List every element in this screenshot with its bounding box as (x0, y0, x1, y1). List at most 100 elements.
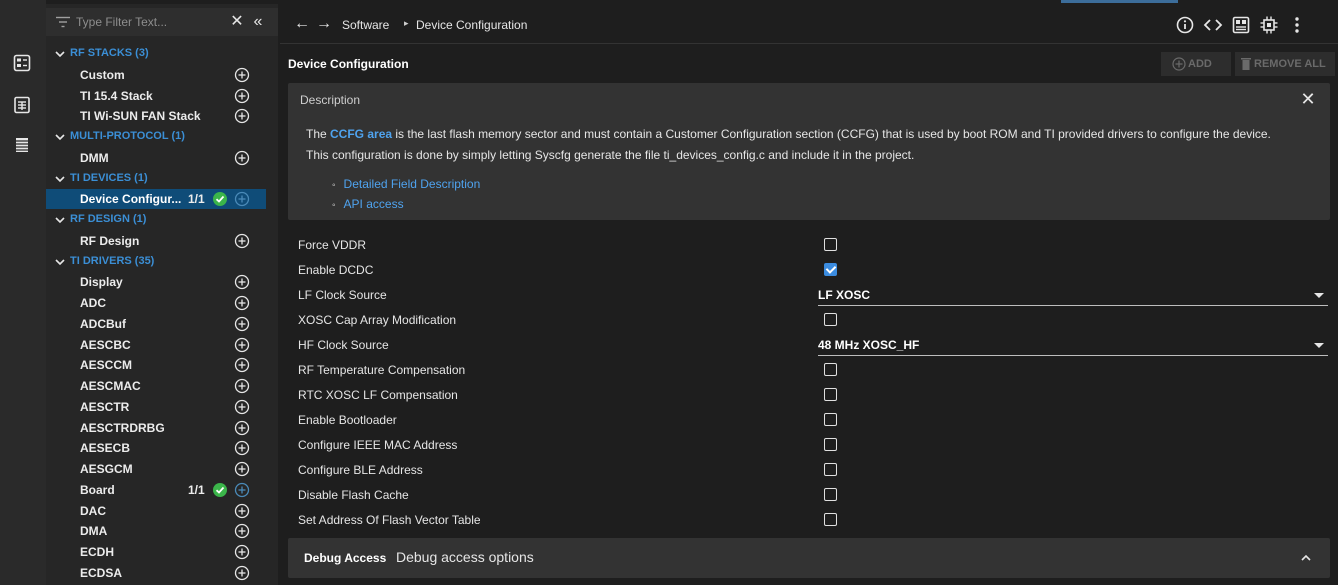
tree-item[interactable]: RF Design (46, 231, 266, 251)
collapse-sidebar-icon[interactable]: « (249, 12, 267, 32)
close-icon[interactable]: ✕ (229, 12, 245, 32)
chevron-up-icon[interactable] (1298, 550, 1314, 566)
config-row: RF Temperature Compensation (298, 358, 1328, 383)
code-view-icon[interactable] (1203, 15, 1223, 35)
add-circle-icon[interactable] (234, 357, 250, 373)
chevron-down-icon[interactable] (54, 173, 66, 185)
detailed-field-description-link[interactable]: Detailed Field Description (332, 175, 481, 195)
filter-input[interactable] (76, 13, 226, 31)
add-circle-icon[interactable] (234, 440, 250, 456)
progress-line (1061, 0, 1178, 3)
add-circle-icon[interactable] (234, 544, 250, 560)
config-select[interactable]: LF XOSC (818, 285, 1328, 306)
tree-category[interactable]: TI DEVICES (1) (46, 169, 266, 189)
tree-category[interactable]: RF STACKS (3) (46, 44, 266, 64)
memory-view-icon[interactable] (13, 136, 31, 154)
config-checkbox[interactable] (824, 238, 837, 251)
instance-count: 1/1 (188, 192, 205, 207)
add-circle-icon[interactable] (234, 523, 250, 539)
tree-item[interactable]: AESCTRDRBG (46, 418, 266, 438)
filter-icon (56, 16, 70, 28)
dropdown-arrow-icon[interactable] (1314, 293, 1324, 298)
tree-item[interactable]: AESCTR (46, 397, 266, 417)
add-circle-icon[interactable] (234, 88, 250, 104)
add-circle-icon[interactable] (234, 482, 250, 498)
tree-item[interactable]: AESCMAC (46, 376, 266, 396)
chip-icon[interactable] (1259, 15, 1279, 35)
tree-item[interactable]: AESCCM (46, 355, 266, 375)
remove-all-button[interactable]: REMOVE ALL (1235, 52, 1335, 76)
config-checkbox[interactable] (824, 413, 837, 426)
add-circle-icon[interactable] (234, 399, 250, 415)
software-view-icon[interactable] (13, 54, 31, 72)
add-button[interactable]: ADD (1161, 52, 1231, 76)
config-select[interactable]: 48 MHz XOSC_HF (818, 335, 1328, 356)
config-checkbox[interactable] (824, 438, 837, 451)
tree-category[interactable]: RF DESIGN (1) (46, 210, 266, 230)
config-checkbox[interactable] (824, 313, 837, 326)
tree-item[interactable]: Device Configur... 1/1 (46, 189, 266, 210)
tree-item[interactable]: Board 1/1 (46, 480, 266, 500)
tree-item[interactable]: TI Wi-SUN FAN Stack (46, 106, 266, 126)
add-circle-icon[interactable] (234, 503, 250, 519)
add-circle-icon[interactable] (234, 461, 250, 477)
chevron-down-icon[interactable] (54, 131, 66, 143)
tree-item[interactable]: DMA (46, 521, 266, 541)
info-icon[interactable] (1175, 15, 1195, 35)
check-circle-icon (212, 191, 228, 207)
tree-item[interactable]: AESECB (46, 438, 266, 458)
add-circle-icon[interactable] (234, 316, 250, 332)
dropdown-arrow-icon[interactable] (1314, 343, 1324, 348)
add-circle-icon[interactable] (234, 233, 250, 249)
add-circle-icon[interactable] (234, 565, 250, 581)
add-circle-icon[interactable] (234, 420, 250, 436)
tree-category[interactable]: MULTI-PROTOCOL (1) (46, 127, 266, 147)
add-circle-icon[interactable] (234, 337, 250, 353)
tree-item[interactable]: ECDSA (46, 563, 266, 583)
chevron-down-icon[interactable] (54, 256, 66, 268)
close-icon[interactable]: ✕ (1298, 89, 1318, 109)
add-circle-icon[interactable] (234, 150, 250, 166)
back-arrow-icon[interactable]: ← (294, 16, 310, 32)
config-checkbox[interactable] (824, 363, 837, 376)
tree-item[interactable]: ADCBuf (46, 314, 266, 334)
forward-arrow-icon[interactable]: → (316, 16, 332, 32)
tree-item-label: AESCTRDRBG (80, 420, 165, 435)
tree-item[interactable]: TI 15.4 Stack (46, 86, 266, 106)
tree-category[interactable]: TI DRIVERS (35) (46, 252, 266, 272)
add-circle-icon[interactable] (234, 191, 250, 207)
tree-item[interactable]: AESGCM (46, 459, 266, 479)
chevron-down-icon[interactable] (54, 214, 66, 226)
config-checkbox[interactable] (824, 488, 837, 501)
debug-access-panel[interactable]: Debug Access Debug access options (288, 538, 1330, 578)
config-checkbox[interactable] (824, 463, 837, 476)
tree-item[interactable]: ECDH (46, 542, 266, 562)
config-checkbox[interactable] (824, 513, 837, 526)
instance-count: 1/1 (188, 482, 205, 497)
tree-item[interactable]: ADC (46, 293, 266, 313)
add-circle-icon[interactable] (234, 378, 250, 394)
chevron-down-icon[interactable] (54, 48, 66, 60)
config-checkbox[interactable] (824, 263, 837, 276)
add-circle-icon[interactable] (234, 295, 250, 311)
board-view-icon[interactable] (13, 96, 31, 114)
tree-item[interactable]: DAC (46, 501, 266, 521)
tree-item[interactable]: AESCBC (46, 335, 266, 355)
more-vert-icon[interactable] (1287, 15, 1307, 35)
tree-item-label: AESCTR (80, 399, 130, 414)
ccfg-area-link[interactable]: CCFG area (330, 127, 392, 141)
config-checkbox[interactable] (824, 388, 837, 401)
tree-item[interactable]: Display (46, 272, 266, 292)
tree-item[interactable]: DMM (46, 148, 266, 168)
add-circle-icon[interactable] (234, 67, 250, 83)
add-circle-icon[interactable] (234, 274, 250, 290)
tree-item-label: TI Wi-SUN FAN Stack (80, 109, 201, 124)
board-icon[interactable] (1231, 15, 1251, 35)
add-circle-icon[interactable] (234, 108, 250, 124)
tree-item[interactable]: Custom (46, 65, 266, 85)
api-access-link[interactable]: API access (332, 195, 480, 215)
description-text: The CCFG area is the last flash memory s… (306, 124, 1328, 166)
breadcrumb-root[interactable]: Software (342, 18, 389, 32)
tree-item-label: ECDH (80, 545, 115, 559)
breadcrumb-separator-icon: ▸ (404, 18, 409, 28)
